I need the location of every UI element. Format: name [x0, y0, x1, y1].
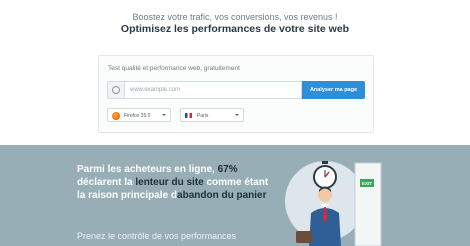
- tagline: Boostez votre trafic, vos conversions, v…: [132, 12, 338, 22]
- stat-highlight: abandon du panier: [177, 190, 267, 201]
- stat-text: déclarent la: [77, 177, 136, 188]
- exit-sign-text: EXIT: [362, 181, 372, 186]
- stat-text: Parmi les acheteurs en ligne,: [77, 164, 218, 175]
- url-row: Analyser ma page: [107, 81, 365, 99]
- exit-door-illustration: EXIT: [354, 162, 382, 246]
- browser-select[interactable]: Firefox 35.0: [107, 108, 171, 122]
- refresh-icon: [107, 81, 124, 99]
- location-select[interactable]: Paris: [180, 108, 244, 122]
- stat-highlight: lenteur du site: [135, 177, 204, 188]
- browser-select-value: Firefox 35.0: [124, 112, 151, 119]
- chevron-down-icon: [235, 114, 239, 116]
- chevron-down-icon: [162, 114, 166, 116]
- analyze-button[interactable]: Analyser ma page: [302, 81, 365, 99]
- businessman-illustration: EXIT: [285, 161, 382, 246]
- promo-band: Parmi les acheteurs en ligne, 67% déclar…: [0, 145, 470, 246]
- test-form-card: Test qualité et performance web, gratuit…: [98, 55, 374, 133]
- hero-section: Boostez votre trafic, vos conversions, v…: [0, 0, 470, 145]
- url-input[interactable]: [124, 81, 302, 99]
- france-flag-icon: [185, 113, 192, 118]
- test-form-label: Test qualité et performance web, gratuit…: [108, 65, 240, 72]
- page-headline: Optimisez les performances de votre site…: [120, 23, 350, 35]
- stat-percentage: 67%: [217, 164, 238, 175]
- firefox-icon: [112, 111, 120, 120]
- promo-subtext: Prenez le contrôle de vos performances: [77, 231, 237, 241]
- location-select-value: Paris: [197, 112, 209, 119]
- promo-stat: Parmi les acheteurs en ligne, 67% déclar…: [77, 163, 277, 202]
